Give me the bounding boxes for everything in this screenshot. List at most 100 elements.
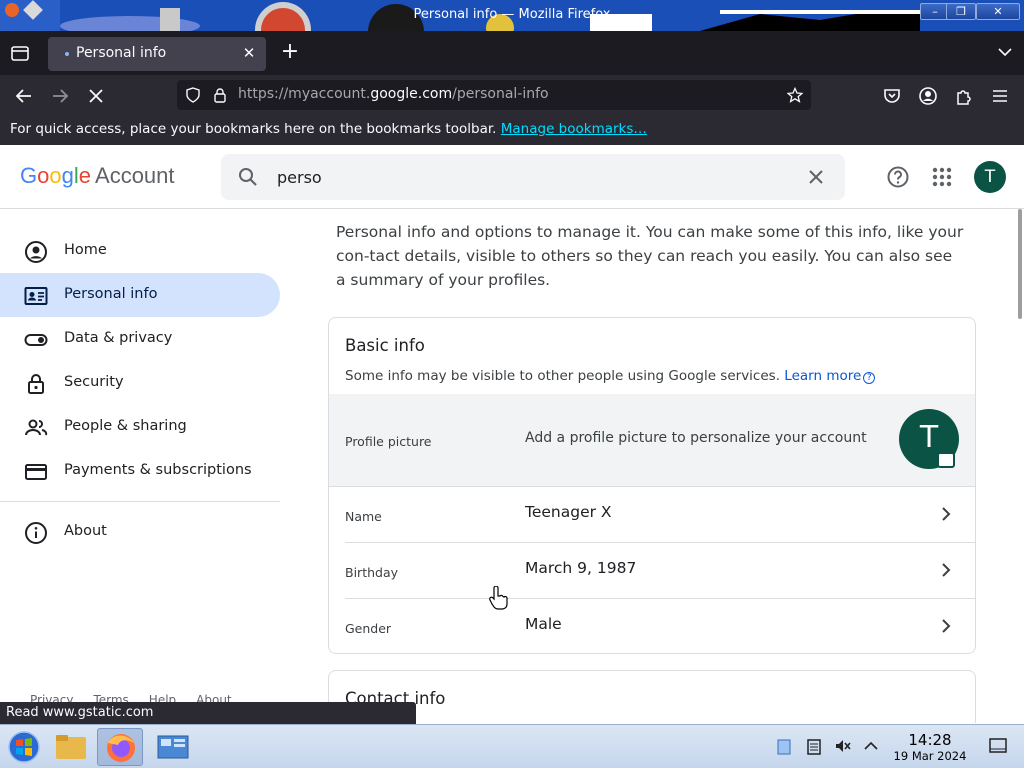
url-text[interactable]: https://myaccount.google.com/personal-in… (238, 86, 549, 102)
logo-letter: o (37, 163, 50, 188)
url-path: /personal-info (452, 86, 549, 102)
tab-label: Personal info (76, 45, 167, 61)
sidebar-item-label: Personal info (64, 286, 158, 302)
google-account-page: GoogleAccount T (0, 145, 1024, 723)
page-scrollbar[interactable] (1018, 209, 1022, 319)
star-bookmark-icon[interactable] (787, 87, 803, 103)
pocket-icon[interactable] (881, 85, 903, 107)
chevron-right-icon (942, 619, 951, 633)
clear-search-icon[interactable] (805, 166, 827, 188)
sidebar-divider (0, 501, 280, 502)
new-tab-button[interactable]: + (280, 41, 300, 63)
sidebar-item-label: Data & privacy (64, 330, 173, 346)
account-header: GoogleAccount T (0, 145, 1024, 209)
search-input[interactable] (277, 164, 757, 190)
row-value: March 9, 1987 (525, 559, 637, 577)
sidebar-item-people-sharing[interactable]: People & sharing (0, 405, 280, 449)
volume-muted-icon[interactable] (834, 737, 852, 755)
logo-letter: o (49, 163, 62, 188)
forward-arrow-icon[interactable] (49, 85, 71, 107)
window-title: Personal info — Mozilla Firefox (413, 7, 611, 22)
back-arrow-icon[interactable] (13, 85, 35, 107)
window-titlebar: Personal info — Mozilla Firefox – ❐ ✕ (0, 0, 1024, 31)
hamburger-menu-icon[interactable] (989, 85, 1011, 107)
basic-info-title: Basic info (345, 336, 425, 355)
clock-time: 14:28 (908, 731, 952, 749)
chevron-up-icon[interactable] (862, 737, 880, 755)
row-label: Profile picture (345, 434, 432, 449)
row-label: Birthday (345, 565, 399, 580)
help-circle-icon[interactable]: ? (863, 372, 876, 384)
taskbar-clock[interactable]: 14:28 19 Mar 2024 (892, 731, 968, 763)
search-icon[interactable] (237, 166, 259, 188)
bookmarks-toolbar: For quick access, place your bookmarks h… (0, 115, 1024, 145)
name-row[interactable]: Name Teenager X (329, 486, 975, 542)
start-menu-icon[interactable] (2, 728, 48, 766)
lock-icon[interactable] (212, 87, 228, 103)
sidebar-item-label: Home (64, 242, 107, 258)
chevron-down-icon[interactable] (998, 46, 1012, 58)
maximize-button[interactable]: ❐ (946, 3, 976, 20)
tab-personal-info[interactable]: Personal info ✕ (48, 37, 266, 71)
sidebar-item-label: People & sharing (64, 418, 187, 434)
contact-info-card: Contact info (328, 670, 976, 723)
shield-icon[interactable] (185, 87, 201, 103)
search-box[interactable] (221, 154, 845, 200)
sidebar-item-about[interactable]: About (0, 510, 280, 554)
birthday-row[interactable]: Birthday March 9, 1987 (345, 542, 975, 598)
people-icon (25, 419, 48, 436)
subtitle-text: Some info may be visible to other people… (345, 368, 780, 384)
bookmarks-hint: For quick access, place your bookmarks h… (10, 121, 497, 137)
basic-info-card: Basic info Some info may be visible to o… (328, 317, 976, 654)
row-label: Gender (345, 621, 392, 636)
extensions-icon[interactable] (953, 85, 975, 107)
google-account-logo[interactable]: Google Account (20, 163, 175, 189)
account-icon[interactable] (917, 85, 939, 107)
notifications-icon[interactable] (988, 736, 1008, 756)
sidebar-nav: Home Personal info Data & privacy Securi… (0, 209, 282, 554)
lock-icon (28, 374, 44, 394)
chevron-right-icon (942, 563, 951, 577)
sidebar-item-label: Security (64, 374, 124, 390)
status-bar: Read www.gstatic.com (0, 702, 416, 724)
sidebar-item-security[interactable]: Security (0, 361, 280, 405)
file-manager-icon[interactable] (48, 728, 94, 766)
basic-info-subtitle: Some info may be visible to other people… (345, 368, 876, 384)
logo-letter: e (78, 163, 92, 188)
profile-picture-row[interactable]: Profile picture Add a profile picture to… (329, 394, 975, 486)
close-window-button[interactable]: ✕ (976, 3, 1020, 20)
firefox-taskbar-button[interactable] (97, 728, 143, 766)
account-avatar[interactable]: T (974, 161, 1006, 193)
toggle-icon (24, 334, 48, 346)
account-circle-icon (25, 241, 47, 263)
sidebar-item-data-privacy[interactable]: Data & privacy (0, 317, 280, 361)
taskbar: 14:28 19 Mar 2024 (0, 724, 1024, 768)
close-tab-icon[interactable]: ✕ (240, 44, 258, 62)
stop-loading-icon[interactable] (85, 85, 107, 107)
battery-tray-icon[interactable] (805, 737, 823, 755)
navigation-toolbar: https://myaccount.google.com/personal-in… (0, 75, 1024, 115)
sidebar-item-label: Payments & subscriptions (64, 462, 252, 478)
sidebar-item-payments[interactable]: Payments & subscriptions (0, 449, 280, 493)
help-icon[interactable] (886, 165, 910, 189)
address-bar[interactable]: https://myaccount.google.com/personal-in… (177, 80, 811, 110)
clipboard-tray-icon[interactable] (775, 737, 793, 755)
apps-grid-icon[interactable] (931, 166, 953, 188)
firefox-view-icon[interactable] (10, 44, 30, 62)
sidebar-item-personal-info[interactable]: Personal info (0, 273, 280, 317)
logo-account-label: Account (95, 163, 175, 188)
row-value: Teenager X (525, 503, 612, 521)
sidebar-item-home[interactable]: Home (0, 229, 280, 273)
credit-card-icon (25, 464, 47, 480)
learn-more-link[interactable]: Learn more (784, 368, 861, 384)
row-value: Male (525, 615, 562, 633)
id-card-icon (24, 287, 48, 305)
gender-row[interactable]: Gender Male (345, 598, 975, 653)
firefox-icon (107, 734, 135, 762)
info-icon (25, 522, 47, 544)
manage-bookmarks-link[interactable]: Manage bookmarks… (501, 121, 647, 137)
tab-strip: Personal info ✕ + (0, 31, 1024, 75)
sidebar-item-label: About (64, 523, 107, 539)
control-panel-icon[interactable] (150, 728, 196, 766)
clock-date: 19 Mar 2024 (893, 749, 967, 763)
